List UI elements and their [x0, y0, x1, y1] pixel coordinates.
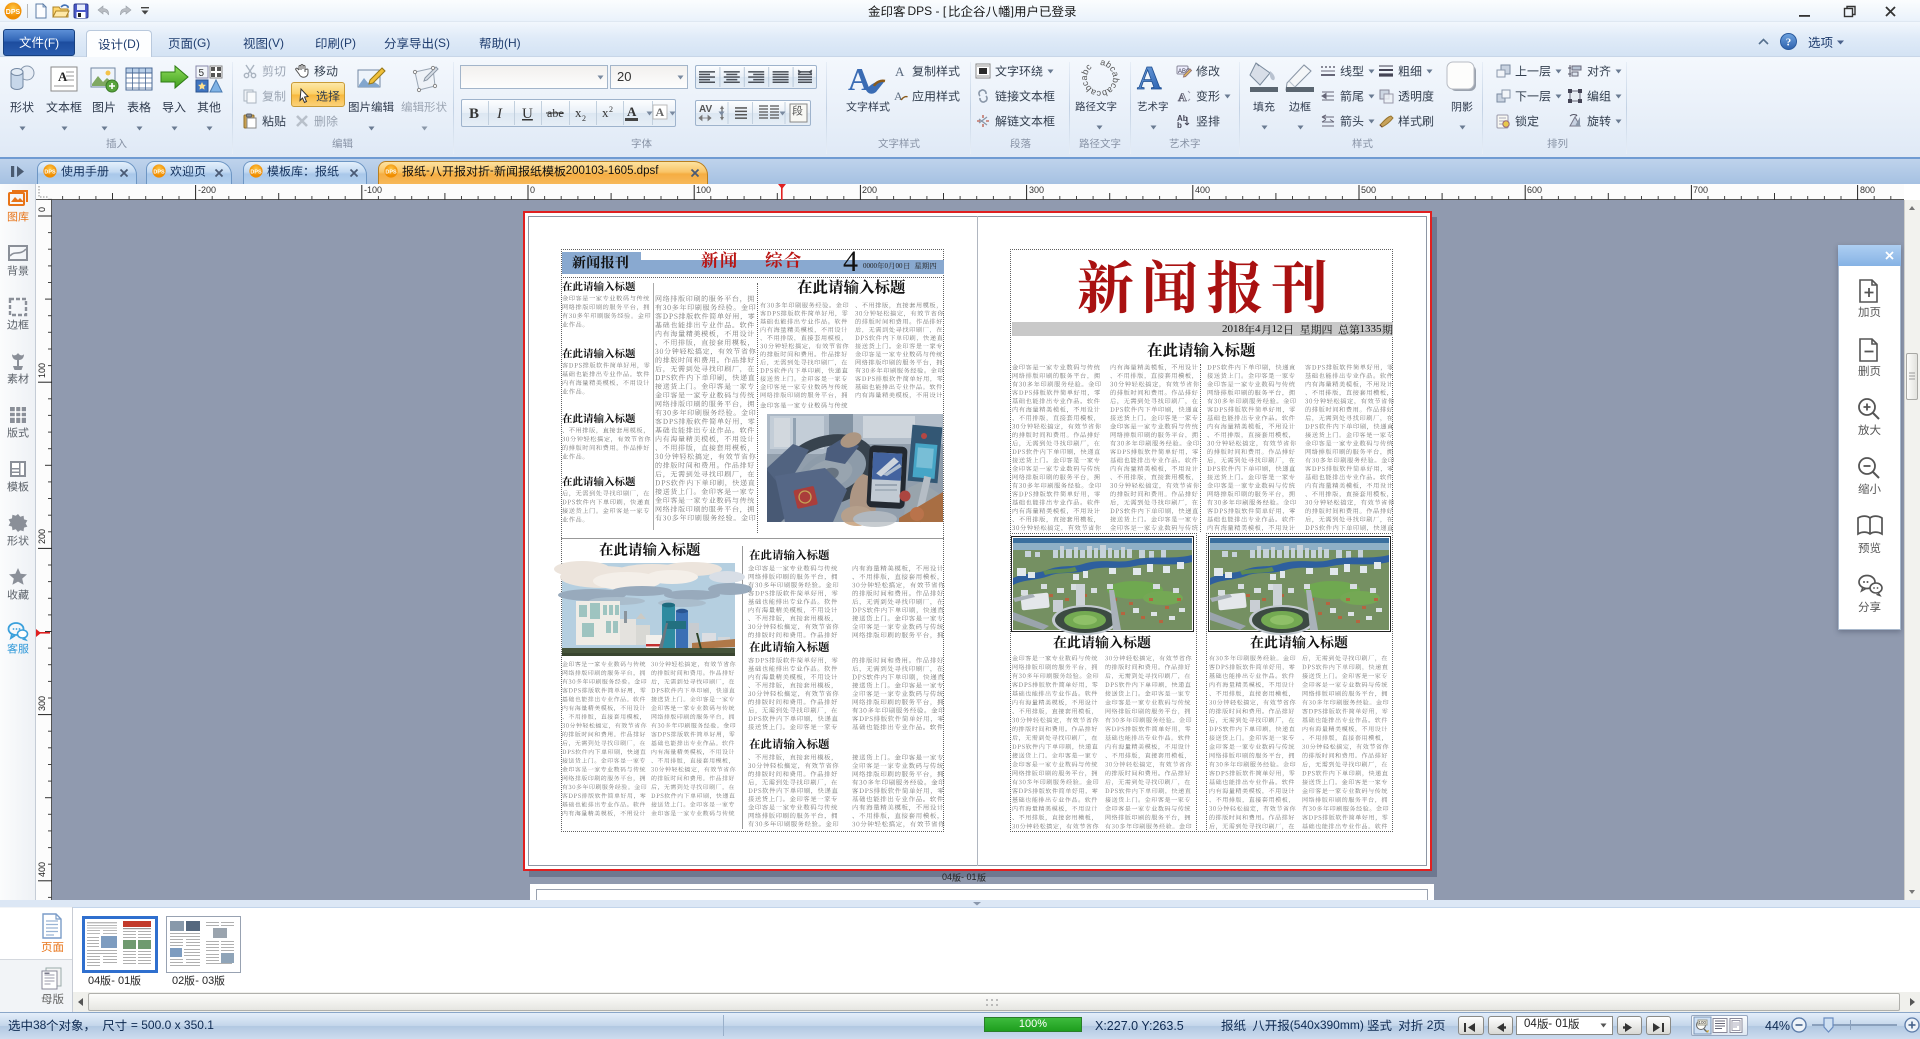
svg-text:-200: -200 [198, 185, 216, 195]
svg-text:U: U [522, 106, 533, 122]
svg-text:0: 0 [37, 207, 47, 212]
svg-text:400: 400 [37, 862, 47, 877]
svg-text:abcabcabcabcabc: abcabcabcabcabc [1079, 57, 1121, 99]
svg-text:5: 5 [199, 68, 205, 79]
svg-text:DPS: DPS [6, 9, 21, 16]
svg-text:DPS: DPS [385, 169, 397, 175]
svg-text:400: 400 [1195, 185, 1210, 195]
svg-text:x: x [575, 105, 582, 120]
svg-text:A: A [895, 64, 905, 79]
svg-text:2: 2 [582, 114, 586, 123]
svg-text:DPS: DPS [44, 169, 56, 175]
svg-text:100: 100 [696, 185, 711, 195]
svg-text:A: A [1137, 60, 1162, 97]
svg-text:AV: AV [699, 104, 712, 115]
svg-text:300: 300 [1029, 185, 1044, 195]
svg-text:DPS: DPS [153, 169, 165, 175]
svg-text:100: 100 [1699, 1020, 1707, 1025]
svg-text:100: 100 [37, 363, 47, 378]
svg-text:x: x [602, 105, 609, 120]
svg-text:200: 200 [37, 529, 47, 544]
svg-text:B: B [469, 106, 479, 122]
svg-text:-100: -100 [364, 185, 382, 195]
svg-text:b: b [1177, 121, 1182, 130]
svg-text:I: I [496, 106, 503, 122]
svg-text:A: A [656, 105, 665, 119]
svg-text:A: A [1178, 90, 1187, 104]
svg-text:200: 200 [862, 185, 877, 195]
svg-text:800: 800 [1860, 185, 1875, 195]
svg-text:700: 700 [1693, 185, 1708, 195]
svg-text:500: 500 [1361, 185, 1376, 195]
svg-text:300: 300 [37, 696, 47, 711]
svg-text:A: A [894, 89, 903, 103]
svg-text:A: A [627, 104, 637, 119]
svg-text:DPS: DPS [250, 169, 262, 175]
svg-text:0: 0 [530, 185, 535, 195]
svg-text:2: 2 [609, 105, 613, 114]
svg-text:?: ? [1786, 37, 1792, 49]
svg-text:600: 600 [1527, 185, 1542, 195]
